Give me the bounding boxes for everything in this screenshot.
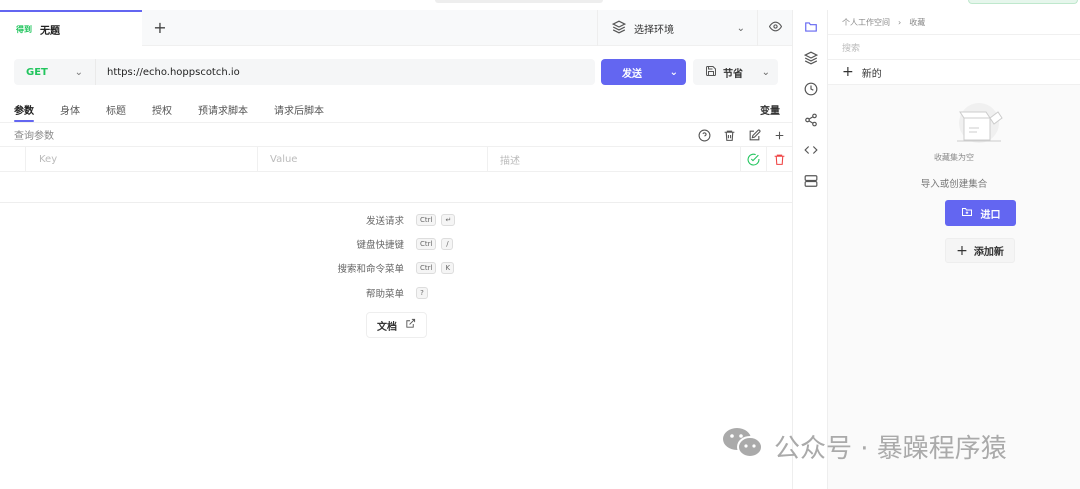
help-icon[interactable] <box>692 129 717 142</box>
empty-box-illustration <box>954 102 1004 150</box>
request-tab[interactable]: 得到 无题 <box>0 10 142 46</box>
url-input[interactable]: https://echo.hoppscotch.io <box>95 59 595 85</box>
save-icon <box>705 65 717 80</box>
docs-button[interactable]: 文档 <box>366 312 427 338</box>
chevron-down-icon[interactable]: ⌄ <box>670 67 678 78</box>
eye-icon <box>768 20 782 36</box>
request-tab-bar: 得到 无题 + 选择环境 ⌄ <box>0 10 792 46</box>
save-label: 节省 <box>723 68 743 80</box>
search-input[interactable]: 搜索 <box>828 35 1080 60</box>
plus-icon: + <box>956 242 968 259</box>
server-icon[interactable] <box>793 174 829 188</box>
empty-state-hint: 导入或创建集合 <box>920 179 988 190</box>
watermark: 公众号 · 暴躁程序猿 <box>722 426 1007 467</box>
new-collection-button[interactable]: + 新的 <box>828 60 1080 85</box>
send-label: 发送 <box>622 68 642 80</box>
delete-icon[interactable] <box>766 147 792 171</box>
shortcut-search: 搜索和命令菜单 Ctrl K <box>294 261 459 275</box>
kbd-key: Ctrl <box>416 238 437 250</box>
plus-icon: + <box>842 64 854 80</box>
param-key-input[interactable]: Key <box>25 147 257 171</box>
wechat-icon <box>722 426 764 467</box>
query-params-header: 查询参数 <box>0 122 792 147</box>
request-options-tabs: 参数 身体 标题 授权 预请求脚本 请求后脚本 <box>14 102 350 122</box>
new-label: 新的 <box>861 68 882 80</box>
import-label: 进口 <box>980 209 1001 221</box>
shortcut-label: 帮助菜单 <box>365 289 404 300</box>
tab-method: 得到 <box>16 24 32 34</box>
method-label: GET <box>26 66 48 78</box>
shortcut-label: 键盘快捷键 <box>356 240 404 251</box>
param-value-input[interactable]: Value <box>257 147 487 171</box>
window-bar-badge <box>968 0 1078 4</box>
tab-authorization[interactable]: 授权 <box>152 102 172 122</box>
chevron-down-icon: ⌄ <box>761 66 770 78</box>
shortcut-keyboard: 键盘快捷键 Ctrl / <box>294 237 458 251</box>
save-button[interactable]: 节省 ⌄ <box>693 59 778 85</box>
folder-import-icon <box>961 206 973 221</box>
tab-pre-request-script[interactable]: 预请求脚本 <box>198 102 248 122</box>
folder-icon[interactable] <box>793 20 829 34</box>
shortcut-label: 搜索和命令菜单 <box>337 264 404 275</box>
kbd-key: Ctrl <box>416 262 437 274</box>
add-icon[interactable] <box>767 129 792 142</box>
new-tab-button[interactable]: + <box>152 18 168 37</box>
docs-label: 文档 <box>377 321 397 333</box>
tab-params[interactable]: 参数 <box>14 102 34 122</box>
breadcrumb: 个人工作空间 › 收藏 <box>828 10 1080 35</box>
shortcut-label: 发送请求 <box>365 216 404 227</box>
kbd-key: / <box>441 238 454 250</box>
history-icon[interactable] <box>793 82 829 96</box>
tab-post-request-script[interactable]: 请求后脚本 <box>274 102 324 122</box>
import-button[interactable]: 进口 <box>945 200 1016 226</box>
kbd-key: ? <box>416 287 428 299</box>
add-new-button[interactable]: + 添加新 <box>945 238 1015 263</box>
tab-title: 无题 <box>40 25 60 37</box>
layers-icon <box>611 20 627 37</box>
kbd-key: ↵ <box>441 214 456 226</box>
environment-selector[interactable]: 选择环境 ⌄ <box>597 10 757 46</box>
tab-body[interactable]: 身体 <box>60 102 80 122</box>
top-strip <box>0 0 1080 10</box>
window-bar-item <box>435 0 603 3</box>
trash-icon[interactable] <box>717 129 742 142</box>
kbd-key: Ctrl <box>416 214 437 226</box>
shortcut-help: 帮助菜单 ? <box>294 286 433 300</box>
chevron-down-icon: ⌄ <box>736 22 745 34</box>
add-new-label: 添加新 <box>973 247 1004 258</box>
watermark-text: 公众号 · 暴躁程序猿 <box>774 434 1007 464</box>
sidebar-rail <box>792 10 828 489</box>
code-icon[interactable] <box>793 143 829 157</box>
external-link-icon <box>405 318 416 332</box>
breadcrumb-collections[interactable]: 收藏 <box>909 17 925 28</box>
param-description-input[interactable]: 描述 <box>487 147 740 171</box>
method-select[interactable]: GET ⌄ <box>14 59 95 85</box>
layers-icon[interactable] <box>793 51 829 65</box>
check-circle-icon[interactable] <box>740 147 766 171</box>
empty-state-title: 收藏集为空 <box>934 153 974 162</box>
collections-sidebar: 个人工作空间 › 收藏 搜索 + 新的 收藏集为空 导入或创建集合 进口 + 添… <box>828 10 1080 489</box>
shortcut-send: 发送请求 Ctrl ↵ <box>294 213 460 227</box>
tab-variables[interactable]: 变量 <box>760 102 780 117</box>
param-row: Key Value 描述 <box>0 147 792 172</box>
eye-button[interactable] <box>757 10 792 46</box>
kbd-key: K <box>441 262 455 274</box>
divider <box>0 202 792 203</box>
breadcrumb-workspace[interactable]: 个人工作空间 <box>842 17 890 28</box>
chevron-down-icon: ⌄ <box>74 66 83 78</box>
tab-headers[interactable]: 标题 <box>106 102 126 122</box>
send-button[interactable]: 发送 ⌄ <box>601 59 686 85</box>
query-params-title: 查询参数 <box>14 131 54 142</box>
share-icon[interactable] <box>793 113 829 127</box>
chevron-right-icon: › <box>898 17 902 27</box>
edit-icon[interactable] <box>742 129 767 142</box>
environment-label: 选择环境 <box>634 24 674 36</box>
